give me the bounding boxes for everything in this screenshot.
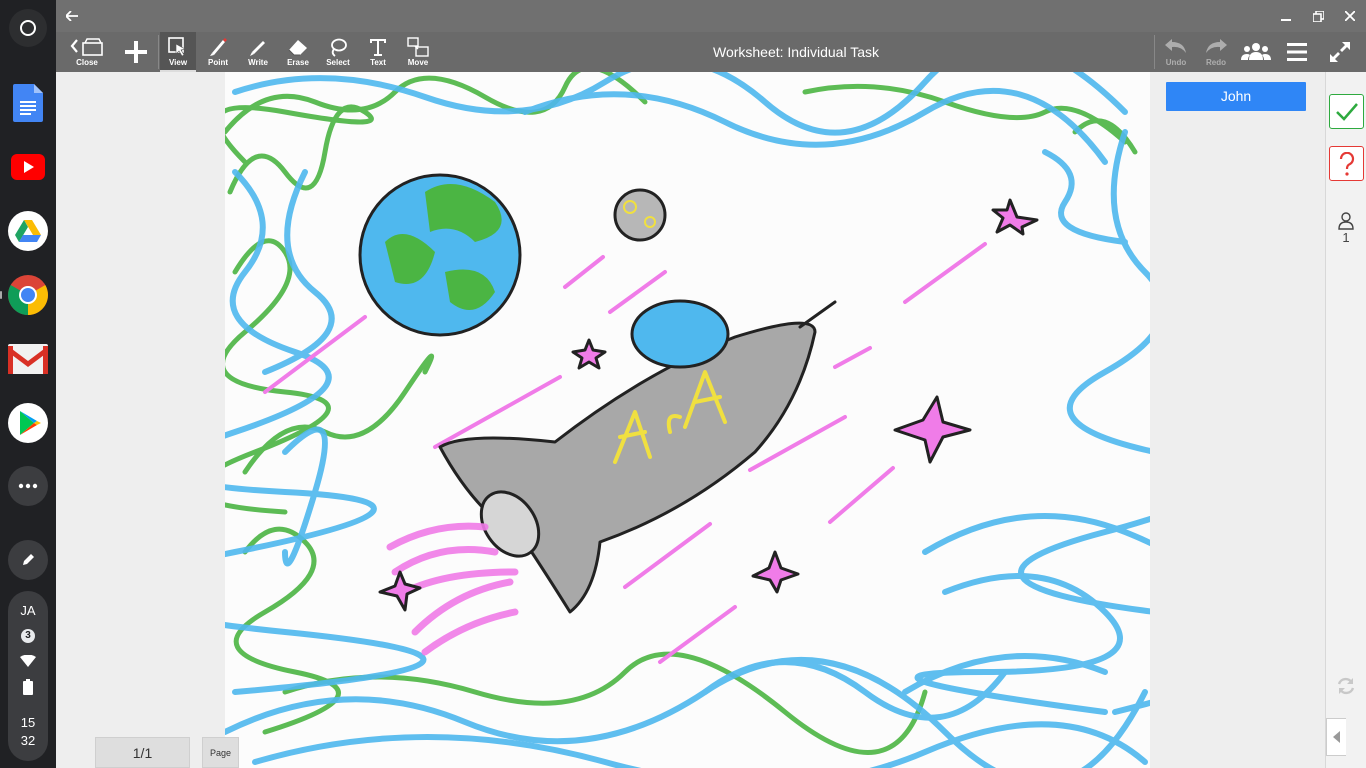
battery-icon	[23, 679, 33, 695]
tool-move-label: Move	[407, 58, 429, 67]
lasso-icon	[331, 38, 347, 57]
text-icon	[370, 39, 386, 56]
question-mark-icon	[1339, 151, 1354, 176]
wifi-icon	[20, 655, 36, 667]
earth-drawing	[358, 173, 522, 337]
close-folder-icon	[70, 38, 103, 56]
student-drawing	[225, 72, 1150, 768]
tool-text[interactable]: Text	[358, 32, 398, 72]
play-store-app-button[interactable]	[8, 403, 48, 443]
back-arrow-icon	[66, 11, 78, 21]
expand-icon	[1330, 42, 1350, 62]
pointer-pen-icon	[210, 38, 227, 56]
move-icon	[407, 37, 429, 57]
understood-button[interactable]	[1329, 94, 1364, 129]
plus-icon	[125, 41, 147, 63]
tool-point[interactable]: Point	[198, 32, 238, 72]
status-tray[interactable]: JA 3 15 32	[8, 591, 48, 761]
page-indicator[interactable]: 1/1	[95, 737, 190, 768]
close-worksheet-button[interactable]: Close	[66, 32, 108, 72]
tool-erase[interactable]: Erase	[278, 32, 318, 72]
close-window-button[interactable]	[1334, 0, 1366, 32]
redo-button[interactable]: Redo	[1196, 32, 1236, 72]
tool-point-label: Point	[208, 58, 228, 67]
fullscreen-button[interactable]	[1320, 32, 1360, 72]
youtube-app-button[interactable]	[8, 147, 48, 187]
hamburger-menu-icon	[1287, 43, 1307, 61]
add-page-button[interactable]	[116, 32, 156, 72]
undo-icon	[1165, 39, 1186, 53]
minimize-icon	[1281, 19, 1291, 21]
back-button[interactable]	[56, 0, 88, 32]
docs-icon	[13, 84, 43, 122]
stylus-tools-button[interactable]	[8, 540, 48, 580]
tool-write-label: Write	[248, 58, 268, 67]
notification-count-badge: 3	[21, 629, 35, 643]
app-toolbar: Close View Point Write Erase Select Text…	[56, 32, 1366, 72]
gmail-icon	[8, 344, 48, 374]
minimize-button[interactable]	[1270, 0, 1302, 32]
tool-move[interactable]: Move	[398, 32, 438, 72]
youtube-icon	[11, 154, 45, 180]
tool-text-label: Text	[370, 58, 386, 67]
pen-icon	[250, 41, 265, 56]
clock-hours: 15	[20, 715, 36, 730]
tool-select-label: Select	[326, 58, 350, 67]
student-name-button[interactable]: John	[1166, 82, 1306, 111]
tool-erase-label: Erase	[287, 58, 309, 67]
chrome-app-button[interactable]	[0, 275, 48, 315]
toolbar-divider	[1154, 35, 1155, 69]
chevron-left-icon	[1332, 731, 1340, 743]
undo-label: Undo	[1165, 58, 1187, 67]
drive-icon	[8, 211, 48, 251]
collapse-panel-button[interactable]	[1326, 718, 1346, 756]
more-apps-button[interactable]	[8, 466, 48, 506]
tool-view[interactable]: View	[160, 32, 196, 72]
group-icon	[1241, 43, 1271, 60]
restore-icon	[1312, 10, 1324, 22]
play-store-icon	[8, 403, 48, 443]
running-indicator	[0, 291, 2, 299]
participants-button[interactable]	[1236, 32, 1276, 72]
tool-view-label: View	[168, 58, 188, 67]
moon-drawing	[613, 188, 667, 242]
user-initials: JA	[20, 603, 36, 618]
menu-button[interactable]	[1277, 32, 1317, 72]
stylus-icon	[23, 554, 34, 565]
toolbar-divider	[158, 35, 159, 69]
launcher-button[interactable]	[9, 9, 47, 47]
docs-app-button[interactable]	[8, 83, 48, 123]
worksheet-canvas[interactable]	[225, 72, 1150, 768]
chromeos-shelf: JA 3 15 32	[0, 0, 56, 768]
gmail-app-button[interactable]	[8, 339, 48, 379]
close-label: Close	[76, 58, 98, 67]
chrome-icon	[8, 275, 48, 315]
tool-select[interactable]: Select	[318, 32, 358, 72]
view-cursor-icon	[168, 37, 186, 57]
checkmark-icon	[1335, 102, 1358, 121]
clock-minutes: 32	[20, 733, 36, 748]
more-dots-icon	[18, 483, 38, 489]
tool-write[interactable]: Write	[238, 32, 278, 72]
right-side-panel: 1	[1325, 72, 1366, 768]
window-titlebar	[56, 0, 1366, 32]
person-icon	[1338, 212, 1354, 230]
restore-button[interactable]	[1302, 0, 1334, 32]
undo-button[interactable]: Undo	[1156, 32, 1196, 72]
close-icon	[1345, 11, 1355, 21]
user-count: 1	[1342, 230, 1350, 245]
need-help-button[interactable]	[1329, 146, 1364, 181]
page-tab[interactable]: Page	[202, 737, 239, 768]
refresh-icon[interactable]	[1336, 676, 1356, 696]
drive-app-button[interactable]	[8, 211, 48, 251]
launcher-circle-icon	[20, 20, 36, 36]
redo-icon	[1206, 39, 1227, 53]
worksheet-title: Worksheet: Individual Task	[712, 44, 879, 60]
redo-label: Redo	[1206, 58, 1226, 67]
eraser-icon	[288, 40, 307, 56]
